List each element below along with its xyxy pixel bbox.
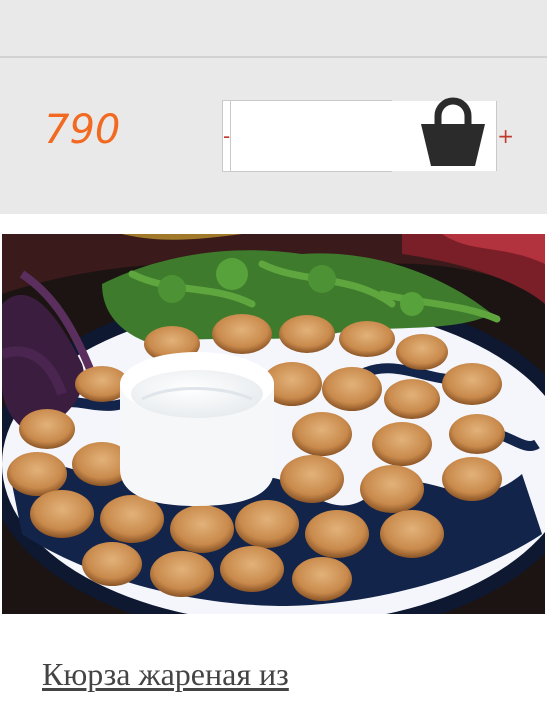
shopping-basket-icon xyxy=(421,97,485,166)
increase-quantity-button[interactable]: + xyxy=(496,101,514,171)
product-price: 790 xyxy=(44,107,121,153)
product-image[interactable] xyxy=(2,234,545,614)
decrease-quantity-button[interactable]: - xyxy=(223,101,232,171)
price-bar: 790 - + xyxy=(0,58,547,214)
add-to-cart-button[interactable] xyxy=(418,96,488,170)
quantity-stepper: - + xyxy=(222,100,514,172)
product-name-link[interactable]: Кюрза жареная из xyxy=(42,656,289,693)
fried-dumplings-photo xyxy=(2,234,545,614)
product-card: 790 - + Кюрза жареная из xyxy=(0,0,547,707)
previous-card-bottom xyxy=(0,0,547,56)
